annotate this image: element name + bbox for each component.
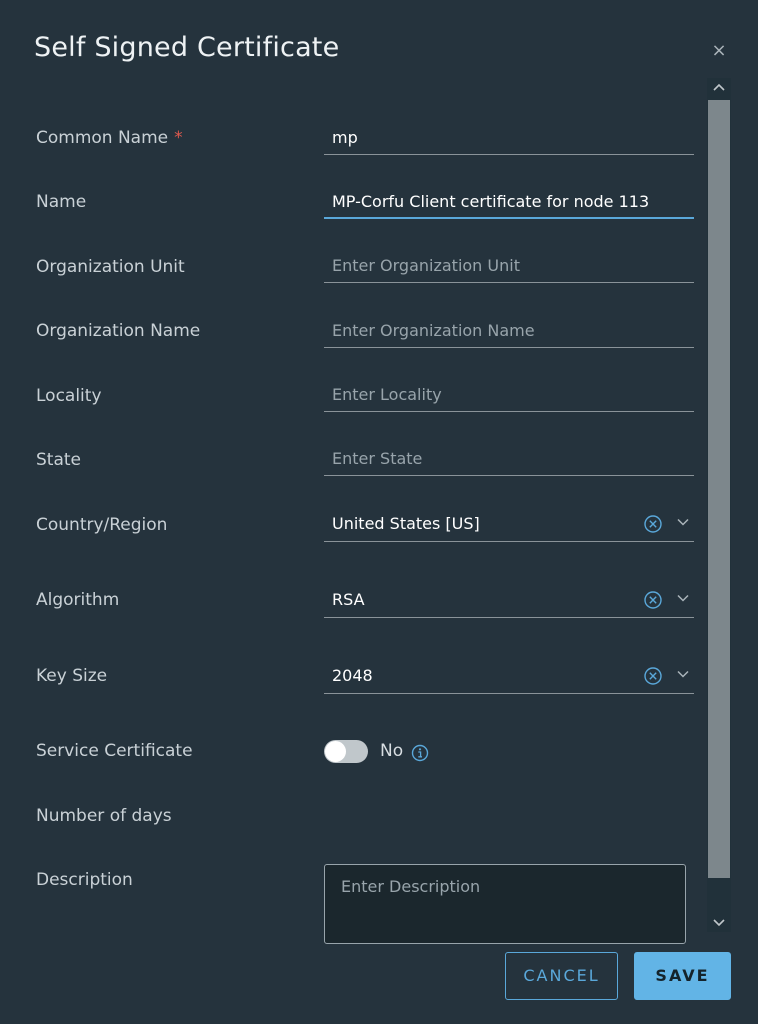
key-size-select[interactable]: 2048 <box>324 656 694 694</box>
organization-name-label: Organization Name <box>36 321 201 341</box>
save-button[interactable]: SAVE <box>634 952 731 1000</box>
locality-label: Locality <box>36 386 102 406</box>
state-input[interactable]: Enter State <box>324 442 694 476</box>
locality-input[interactable]: Enter Locality <box>324 378 694 412</box>
clear-icon[interactable] <box>644 591 662 609</box>
common-name-label: Common Name * <box>36 128 183 148</box>
chevron-down-icon[interactable] <box>676 591 690 605</box>
chevron-down-icon[interactable] <box>676 515 690 529</box>
key-size-value: 2048 <box>332 666 373 685</box>
close-icon[interactable]: × <box>710 42 728 60</box>
clear-icon[interactable] <box>644 667 662 685</box>
common-name-input[interactable]: mp <box>324 121 694 155</box>
required-mark: * <box>174 128 183 148</box>
description-label: Description <box>36 870 133 890</box>
toggle-knob <box>325 741 346 762</box>
name-input[interactable]: MP-Corfu Client certificate for node 113 <box>324 185 694 219</box>
page-title: Self Signed Certificate <box>34 32 340 63</box>
service-certificate-label: Service Certificate <box>36 741 193 761</box>
info-icon[interactable] <box>411 744 429 762</box>
toggle-state-label: No <box>380 741 404 761</box>
state-label: State <box>36 450 81 470</box>
algorithm-label: Algorithm <box>36 590 120 610</box>
number-of-days-label: Number of days <box>36 806 172 826</box>
scrollbar[interactable] <box>707 78 731 932</box>
name-label: Name <box>36 192 87 212</box>
key-size-label: Key Size <box>36 666 108 686</box>
algorithm-select[interactable]: RSA <box>324 580 694 618</box>
organization-name-input[interactable]: Enter Organization Name <box>324 314 694 348</box>
algorithm-value: RSA <box>332 590 365 609</box>
cancel-button[interactable]: CANCEL <box>505 952 618 1000</box>
organization-unit-input[interactable]: Enter Organization Unit <box>324 249 694 283</box>
description-textarea[interactable]: Enter Description <box>324 864 686 944</box>
scroll-up-icon[interactable] <box>707 78 731 98</box>
clear-icon[interactable] <box>644 515 662 533</box>
organization-unit-label: Organization Unit <box>36 257 185 277</box>
scroll-down-icon[interactable] <box>707 912 731 932</box>
scroll-thumb[interactable] <box>708 100 730 878</box>
country-region-value: United States [US] <box>332 514 480 533</box>
common-name-label-text: Common Name <box>36 128 169 148</box>
country-region-label: Country/Region <box>36 515 168 535</box>
country-region-select[interactable]: United States [US] <box>324 504 694 542</box>
service-certificate-toggle[interactable] <box>324 740 368 763</box>
chevron-down-icon[interactable] <box>676 667 690 681</box>
